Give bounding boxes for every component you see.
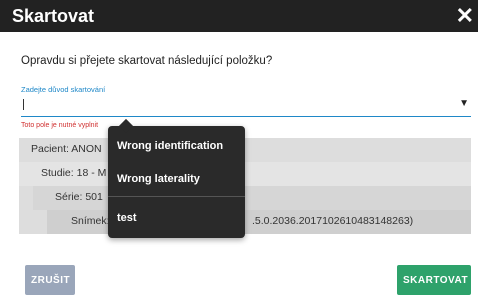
menu-item-test[interactable]: test: [117, 212, 137, 224]
reason-select[interactable]: ▼: [21, 96, 471, 117]
study-label: Studie: 18 - M: [41, 167, 107, 179]
menu-item-wrong-identification[interactable]: Wrong identification: [117, 140, 223, 152]
patient-label: Pacient: ANON: [31, 143, 102, 155]
close-icon[interactable]: ✕: [456, 5, 474, 27]
discard-button[interactable]: SKARTOVAT: [397, 265, 471, 295]
reason-dropdown-menu: Wrong identification Wrong laterality te…: [108, 126, 245, 238]
image-label: Snímek:: [71, 215, 110, 227]
dialog-titlebar: Skartovat ✕: [0, 0, 478, 32]
tree-patient-row: Pacient: ANON: [19, 138, 471, 162]
image-uid-text: .5.0.2036.20171026104831482​63): [252, 215, 414, 227]
cancel-button[interactable]: ZRUŠIT: [25, 265, 75, 295]
dialog-title: Skartovat: [12, 5, 95, 26]
menu-divider: [108, 196, 245, 197]
text-caret: [23, 99, 24, 110]
tree-series-row: Série: 501: [33, 186, 471, 210]
tree-study-row: Studie: 18 - M: [19, 162, 471, 186]
confirm-question: Opravdu si přejete skartovat následující…: [21, 55, 273, 67]
menu-item-wrong-laterality[interactable]: Wrong laterality: [117, 173, 200, 185]
reason-field-label: Zadejte důvod skartování: [21, 85, 106, 94]
item-tree: Pacient: ANON Studie: 18 - M Série: 501 …: [19, 138, 471, 234]
chevron-down-icon[interactable]: ▼: [459, 98, 469, 109]
reason-error-text: Toto pole je nutné vyplnit: [21, 122, 99, 129]
series-label: Série: 501: [55, 191, 103, 203]
